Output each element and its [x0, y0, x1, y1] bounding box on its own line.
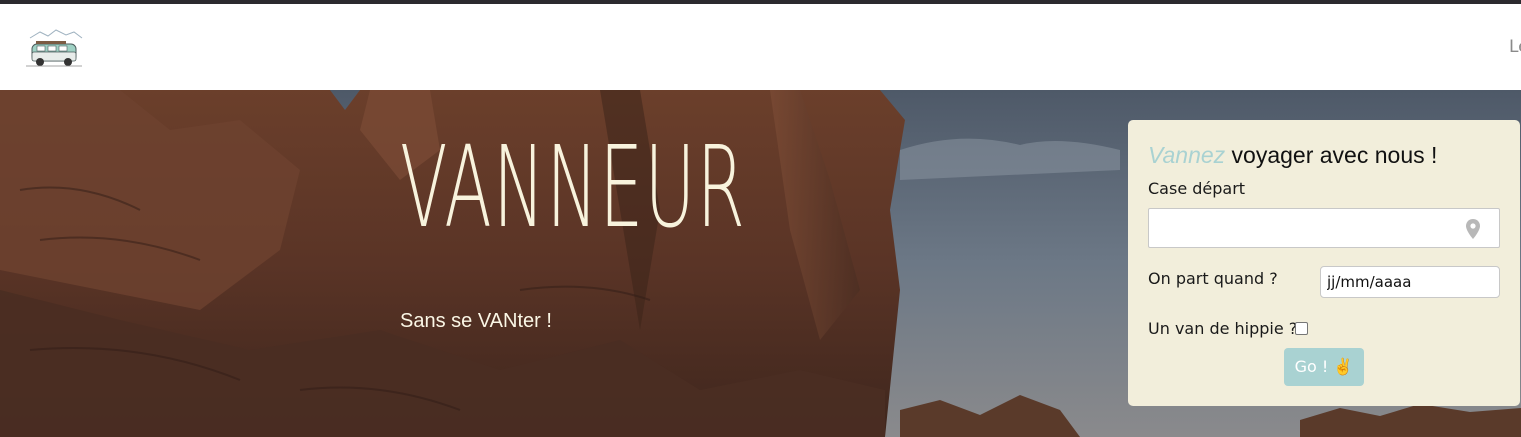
form-title: Vannez voyager avec nous ! [1148, 142, 1437, 169]
location-pin-icon [1466, 219, 1480, 239]
date-label: On part quand ? [1148, 269, 1278, 288]
depart-input[interactable] [1148, 208, 1500, 248]
depart-label: Case départ [1148, 179, 1246, 198]
hero-subtitle: Sans se VANter ! [400, 310, 552, 332]
form-title-accent: Vannez [1148, 142, 1226, 168]
hero-banner: VANNEUR Sans se VANter ! Vannez voyager … [0, 90, 1521, 437]
go-button[interactable]: Go ! ✌️ [1284, 348, 1364, 386]
nav-link[interactable]: Le [1509, 37, 1521, 57]
hippie-label: Un van de hippie ? [1148, 319, 1298, 338]
search-form-card: Vannez voyager avec nous ! Case départ O… [1128, 120, 1520, 406]
navbar: Le [0, 4, 1521, 90]
form-title-rest: voyager avec nous ! [1225, 142, 1438, 168]
van-logo[interactable] [22, 26, 86, 70]
hero-title: VANNEUR [400, 123, 747, 253]
hippie-checkbox[interactable] [1295, 322, 1308, 335]
date-input[interactable] [1320, 266, 1500, 298]
